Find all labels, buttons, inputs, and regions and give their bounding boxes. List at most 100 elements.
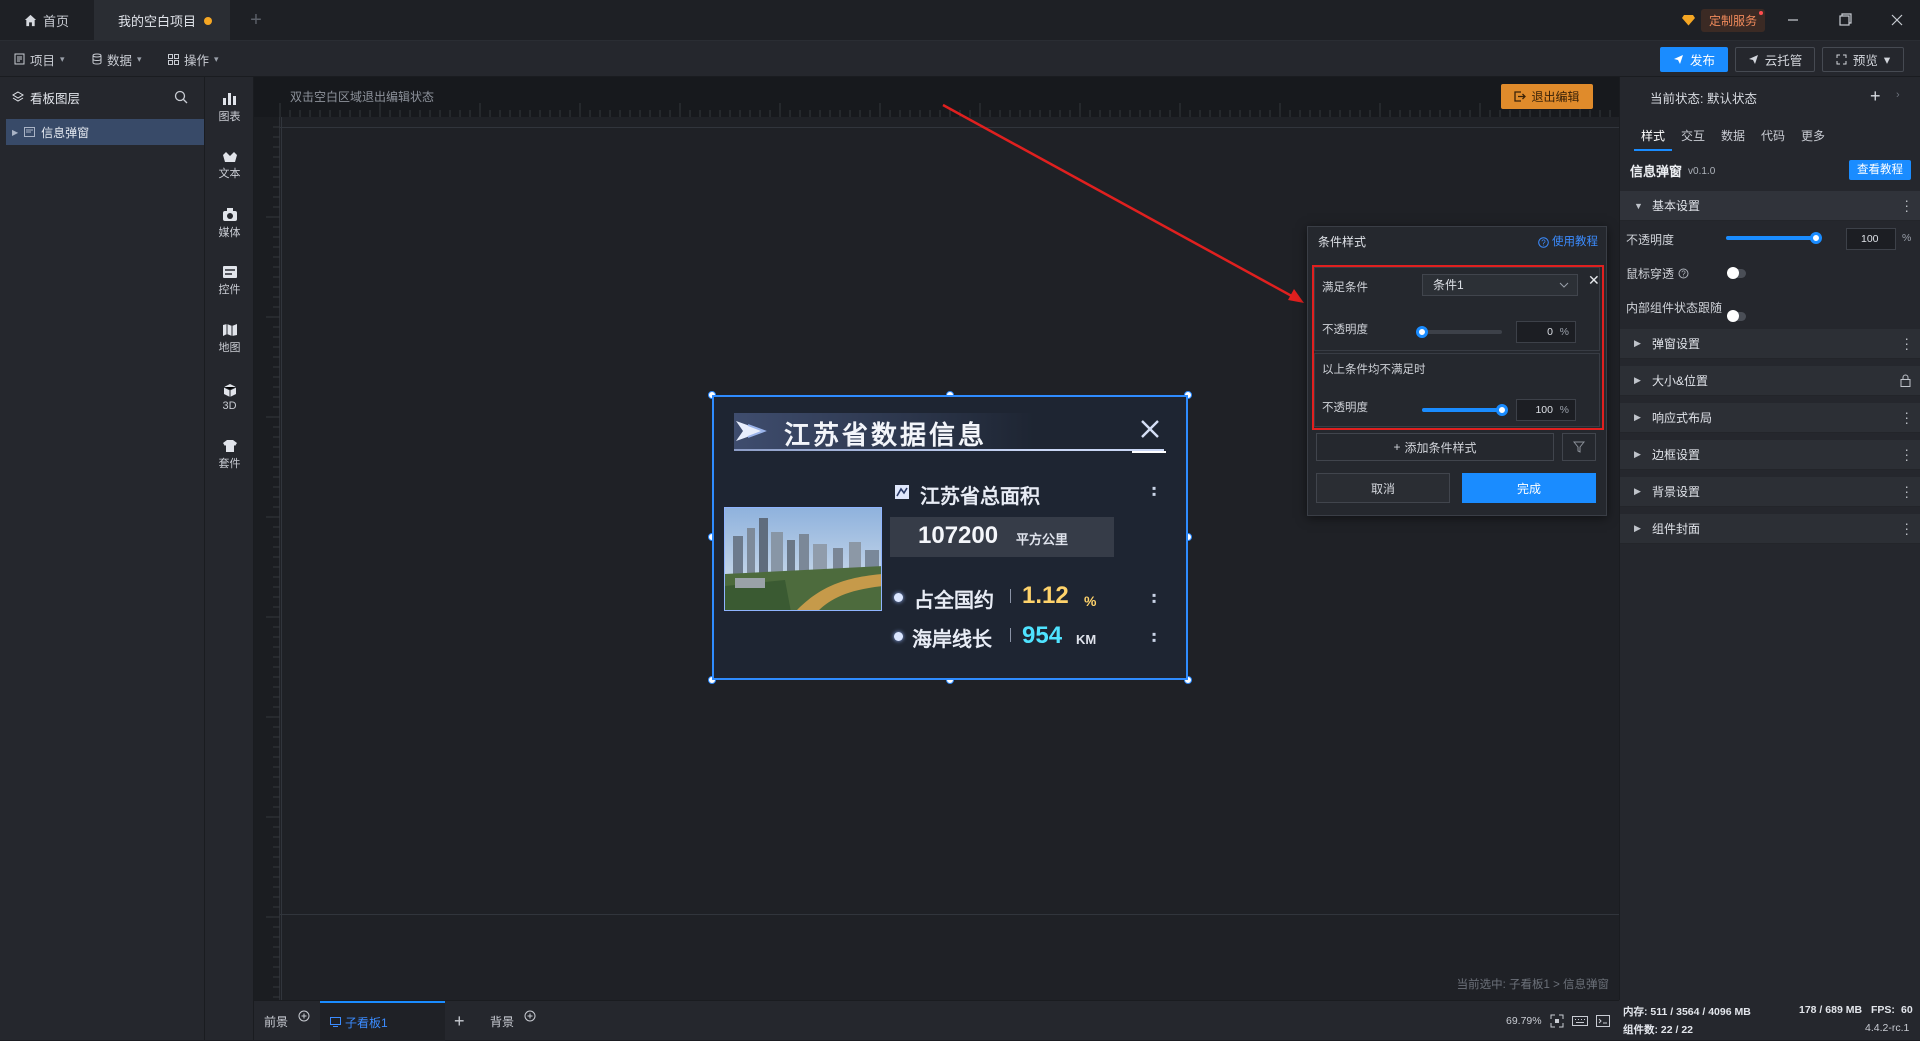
section-responsive-layout[interactable]: ▶ 响应式布局 · · · — [1620, 403, 1920, 433]
mouse-through-toggle[interactable] — [1727, 267, 1746, 279]
preview-button[interactable]: 预览 ▾ — [1822, 47, 1904, 72]
inner-follow-toggle[interactable] — [1727, 310, 1746, 322]
tab-code[interactable]: 代码 — [1754, 121, 1792, 151]
component-count: 组件数: 22 / 22 — [1623, 1024, 1694, 1036]
menu-project-label: 项目 — [30, 53, 56, 68]
slider-knob[interactable] — [1496, 404, 1508, 416]
add-state-button[interactable]: + — [1870, 87, 1881, 105]
close-window-button[interactable] — [1882, 8, 1912, 32]
divider — [1010, 628, 1011, 642]
more-icon[interactable]: · · · — [1904, 479, 1909, 503]
svg-text:?: ? — [1541, 238, 1546, 247]
keyboard-button[interactable] — [1572, 1001, 1588, 1041]
view-tutorial-button[interactable]: 查看教程 — [1849, 160, 1911, 180]
close-icon[interactable]: ✕ — [1588, 273, 1600, 287]
add-condition-button[interactable]: + 添加条件样式 — [1316, 433, 1554, 461]
console-button[interactable] — [1596, 1001, 1610, 1041]
chevron-right-icon[interactable]: › — [1896, 89, 1900, 101]
cancel-button[interactable]: 取消 — [1316, 473, 1450, 503]
section-label: 组件封面 — [1652, 522, 1701, 536]
tab-project[interactable]: 我的空白项目 — [94, 0, 230, 41]
drag-handle-icon: ▪ ▪ — [1152, 588, 1157, 608]
layer-item-info-popup[interactable]: ▶ 信息弹窗 — [6, 119, 204, 145]
tab-project-label: 我的空白项目 — [118, 14, 197, 29]
percent-unit: % — [1902, 232, 1912, 244]
else-opacity-input[interactable]: 100 % — [1516, 399, 1576, 421]
opacity-slider[interactable] — [1726, 232, 1822, 244]
section-basic-settings[interactable]: ▼ 基本设置 · · · — [1620, 191, 1920, 221]
add-circle-icon[interactable] — [524, 1010, 536, 1022]
tab-background[interactable]: 背景 — [490, 1001, 536, 1041]
tool-control[interactable]: 控件 — [205, 255, 254, 307]
share-unit: % — [1084, 593, 1097, 609]
tool-3d[interactable]: 3D — [205, 371, 254, 423]
tab-foreground[interactable]: 前景 — [264, 1001, 310, 1041]
chevron-down-icon: ▾ — [214, 53, 219, 64]
lock-icon[interactable] — [1900, 374, 1911, 387]
tool-chart[interactable]: 图表 — [205, 81, 254, 133]
slider-knob[interactable] — [1416, 326, 1428, 338]
more-icon[interactable]: · · · — [1904, 331, 1909, 355]
opacity-input[interactable]: 100 — [1846, 228, 1896, 250]
opacity-input[interactable]: 0 % — [1516, 321, 1576, 343]
svg-text:?: ? — [1681, 269, 1686, 278]
publish-label: 发布 — [1689, 54, 1715, 68]
properties-tabs: 样式 交互 数据 代码 更多 — [1620, 121, 1920, 151]
current-state-label: 当前状态: 默认状态 — [1650, 91, 1757, 106]
tutorial-link[interactable]: ? 使用教程 — [1538, 227, 1598, 257]
section-component-cover[interactable]: ▶ 组件封面 · · · — [1620, 514, 1920, 544]
chevron-down-icon: ▾ — [137, 53, 142, 64]
add-board-button[interactable]: + — [454, 1001, 465, 1041]
section-background-settings[interactable]: ▶ 背景设置 · · · — [1620, 477, 1920, 507]
tool-kit[interactable]: 套件 — [205, 429, 254, 481]
more-icon[interactable]: · · · — [1904, 405, 1909, 429]
condition-select[interactable]: 条件1 — [1422, 274, 1578, 296]
menu-project[interactable]: 项目 ▾ — [14, 41, 65, 77]
tab-data[interactable]: 数据 — [1714, 121, 1752, 151]
minimize-button[interactable] — [1778, 8, 1808, 32]
app-version: 4.4.2-rc.1 — [1865, 1022, 1910, 1034]
custom-service-button[interactable]: 定制服务 — [1682, 8, 1766, 32]
tool-label: 地图 — [218, 342, 241, 354]
popup-title: 江苏省数据信息 — [784, 420, 988, 450]
section-border-settings[interactable]: ▶ 边框设置 · · · — [1620, 440, 1920, 470]
expand-arrow-icon[interactable]: ▶ — [12, 128, 18, 137]
toggle-knob — [1727, 310, 1739, 322]
drag-handle-icon: ▪ ▪ — [1152, 481, 1157, 501]
fit-screen-button[interactable] — [1550, 1001, 1564, 1041]
restore-button[interactable] — [1830, 8, 1860, 32]
zoom-level[interactable]: 69.79% — [1506, 1001, 1542, 1041]
add-tab-button[interactable]: + — [244, 8, 268, 32]
percent-unit: % — [1559, 326, 1569, 338]
bullet-dot — [894, 593, 903, 602]
more-icon[interactable]: · · · — [1904, 442, 1909, 466]
more-icon[interactable]: · · · — [1904, 193, 1909, 217]
add-condition-label: 添加条件样式 — [1404, 440, 1477, 455]
publish-button[interactable]: 发布 — [1660, 47, 1728, 72]
else-opacity-slider[interactable] — [1422, 404, 1508, 416]
more-icon[interactable]: · · · — [1904, 516, 1909, 540]
cloud-hosting-button[interactable]: 云托管 — [1735, 47, 1815, 72]
info-popup-component[interactable]: 江苏省数据信息 江苏省总面积 ▪ ▪ 107200 平方公里 占全国约 1.12… — [712, 395, 1188, 680]
menu-data[interactable]: 数据 ▾ — [92, 41, 142, 77]
close-icon[interactable] — [1138, 417, 1162, 441]
section-label: 边框设置 — [1652, 448, 1701, 462]
search-icon[interactable] — [174, 90, 188, 104]
opacity-slider[interactable] — [1416, 326, 1502, 338]
tab-style[interactable]: 样式 — [1634, 121, 1672, 151]
section-size-position[interactable]: ▶ 大小&位置 — [1620, 366, 1920, 396]
tool-media[interactable]: 媒体 — [205, 197, 254, 249]
add-circle-icon[interactable] — [298, 1010, 310, 1022]
tab-more[interactable]: 更多 — [1794, 121, 1832, 151]
done-button[interactable]: 完成 — [1462, 473, 1596, 503]
tool-text[interactable]: 文本 — [205, 139, 254, 191]
menu-operate[interactable]: 操作 ▾ — [168, 41, 219, 77]
filter-button[interactable] — [1562, 433, 1596, 461]
section-popup-settings[interactable]: ▶ 弹窗设置 · · · — [1620, 329, 1920, 359]
tool-map[interactable]: 地图 — [205, 313, 254, 365]
keyboard-icon — [1572, 1015, 1588, 1027]
slider-knob[interactable] — [1810, 232, 1822, 244]
tab-interaction[interactable]: 交互 — [1674, 121, 1712, 151]
tab-home[interactable]: 首页 — [0, 0, 94, 41]
tab-sub-board[interactable]: 子看板1 — [320, 1001, 445, 1041]
